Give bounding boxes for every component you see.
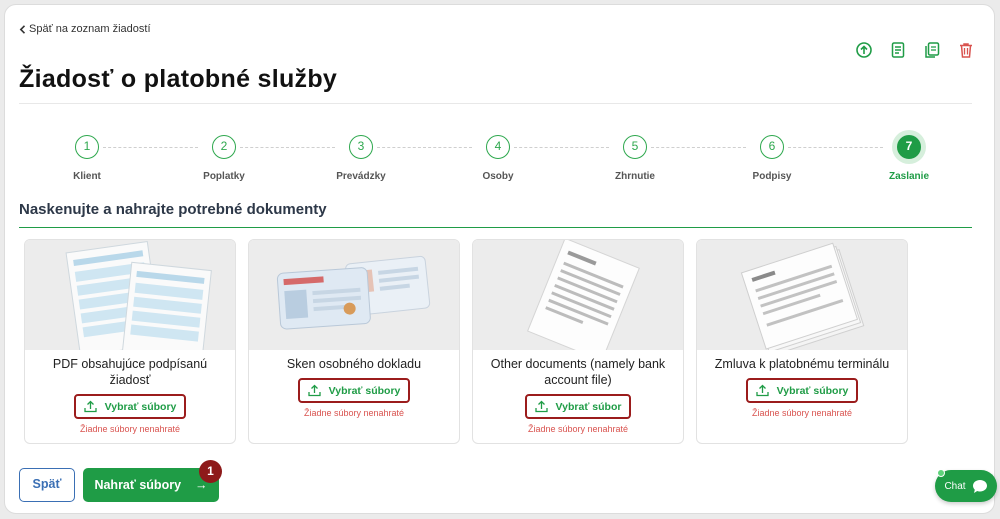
step-label: Poplatky [203,171,245,182]
section-title: Naskenujte a nahrajte potrebné dokumenty [19,201,327,218]
select-file-label: Vybrať súbor [555,400,622,413]
step-zaslanie[interactable]: 7 Zaslanie [859,133,959,182]
step-label: Zaslanie [888,171,930,182]
section-divider [19,227,972,228]
bank-document-image [473,240,683,350]
step-prevadzky[interactable]: 3 Prevádzky [311,133,411,182]
contract-stack-image [697,240,907,350]
back-button[interactable]: Späť [19,468,75,502]
back-to-list-link[interactable]: Späť na zoznam žiadostí [19,23,151,35]
select-files-label: Vybrať súbory [104,400,177,413]
chat-bubble-icon [972,479,987,493]
step-poplatky[interactable]: 2 Poplatky [174,133,274,182]
upload-status: Žiadne súbory nenahraté [527,424,629,434]
step-zhrnutie[interactable]: 5 Zhrnutie [585,133,685,182]
back-link-label: Späť na zoznam žiadostí [29,23,151,35]
document-list-icon[interactable] [889,41,907,59]
step-number: 3 [349,135,373,159]
upload-icon [534,400,548,413]
upload-files-label: Nahrať súbory [94,478,182,492]
upload-status: Žiadne súbory nenahraté [303,408,405,418]
page-title: Žiadosť o platobné služby [19,65,338,93]
document-title: PDF obsahujúce podpísanú žiadosť [52,357,208,387]
document-card-signed-application: PDF obsahujúce podpísanú žiadosť Vybrať … [24,239,236,444]
select-files-label: Vybrať súbory [776,384,849,397]
step-label: Prevádzky [336,171,386,182]
step-number: 7 [897,135,921,159]
chevron-left-icon [19,24,26,34]
upload-status: Žiadne súbory nenahraté [79,424,181,434]
document-card-terminal-contract: Zmluva k platobnému terminálu Vybrať súb… [696,239,908,444]
step-number: 2 [212,135,236,159]
document-title: Sken osobného dokladu [286,357,422,371]
select-file-button[interactable]: Vybrať súbor [524,394,632,419]
step-klient[interactable]: 1 Klient [37,133,137,182]
title-divider [19,103,972,104]
step-label: Klient [73,171,101,182]
upload-icon [83,400,97,413]
id-card-image [249,240,459,350]
main-card: Späť na zoznam žiadostí Žiadosť o platob… [4,4,995,514]
stepper: 1 Klient 2 Poplatky 3 Prevádzky 4 Osoby … [19,133,972,183]
select-files-label: Vybrať súbory [328,384,401,397]
document-card-id-scan: Sken osobného dokladu Vybrať súbory Žiad… [248,239,460,444]
step-label: Osoby [482,171,514,182]
trash-icon[interactable] [957,41,975,59]
step-podpisy[interactable]: 6 Podpisy [722,133,822,182]
step-number: 5 [623,135,647,159]
step-number: 4 [486,135,510,159]
step-annotation-badge: 1 [199,460,222,483]
select-files-button[interactable]: Vybrať súbory [73,394,187,419]
step-osoby[interactable]: 4 Osoby [448,133,548,182]
upload-icon [307,384,321,397]
upload-icon [755,384,769,397]
document-title: Other documents (namely bank account fil… [490,357,666,387]
step-label: Podpisy [752,171,792,182]
step-number: 6 [760,135,784,159]
document-title: Zmluva k platobnému terminálu [714,357,890,371]
upload-status: Žiadne súbory nenahraté [751,408,853,418]
upload-circle-icon[interactable] [855,41,873,59]
document-card-other-documents: Other documents (namely bank account fil… [472,239,684,444]
step-label: Zhrnutie [615,171,655,182]
application-form-image [25,240,235,350]
select-files-button[interactable]: Vybrať súbory [745,378,859,403]
online-status-dot [937,469,945,477]
chat-label: Chat [944,480,966,492]
select-files-button[interactable]: Vybrať súbory [297,378,411,403]
toolbar [855,41,975,59]
step-number: 1 [75,135,99,159]
document-copy-icon[interactable] [923,41,941,59]
